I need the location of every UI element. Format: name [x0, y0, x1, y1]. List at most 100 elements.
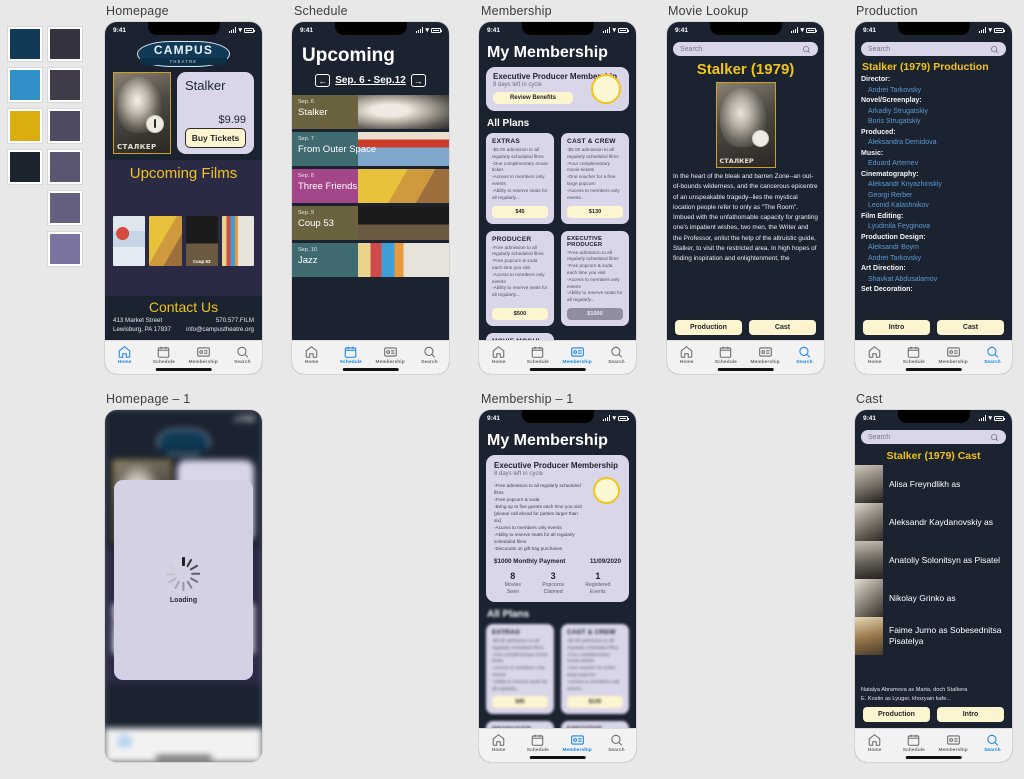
current-membership-card[interactable]: Executive Producer Membership 8 days lef… — [486, 67, 629, 111]
upcoming-poster[interactable]: Coup 53 — [185, 216, 218, 267]
search-input[interactable]: Search — [673, 42, 818, 56]
tab-membership[interactable]: Membership — [558, 733, 597, 753]
production-button[interactable]: Production — [863, 707, 930, 722]
search-icon[interactable] — [990, 433, 999, 442]
search-icon[interactable] — [802, 45, 811, 54]
tab-search[interactable]: Search — [973, 345, 1012, 365]
tab-home[interactable]: Home — [855, 345, 894, 365]
credit-person[interactable]: Aleksandra Demidova — [861, 138, 1006, 149]
plan-card[interactable]: CAST & CREW -$5.00 admission to all regu… — [561, 133, 629, 224]
review-benefits-button[interactable]: Review Benefits — [493, 92, 573, 104]
intro-button[interactable]: Intro — [937, 707, 1004, 722]
credit-person[interactable]: Leonid Kalashnikov — [861, 201, 1006, 212]
row-date: Sep. 10 — [298, 247, 317, 253]
credit-person[interactable]: Shavkat Abdusalamov — [861, 275, 1006, 286]
tab-membership[interactable]: Membership — [558, 345, 597, 365]
plan-card[interactable]: PRODUCER -Free admission to all regularl… — [486, 230, 554, 326]
plan-price-button[interactable]: $1000 — [567, 308, 623, 320]
tab-home[interactable]: Home — [855, 733, 894, 753]
schedule-row[interactable]: Sep. 9 Coup 53 — [292, 206, 449, 240]
cast-row[interactable]: Nikolay Grinko as — [855, 579, 1012, 617]
tab-home[interactable]: Home — [479, 345, 518, 365]
intro-button[interactable]: Intro — [863, 320, 930, 335]
plan-card[interactable]: CAST & CREW -$5.00 admission to all regu… — [561, 623, 629, 715]
movie-poster[interactable]: СТАЛКЕР — [715, 82, 776, 168]
arrow-right-icon[interactable]: → — [410, 74, 426, 87]
payment-date: 11/09/2020 — [589, 558, 621, 566]
tab-label: Search — [608, 748, 625, 753]
row-date: Sep. 9 — [298, 210, 314, 216]
tab-schedule[interactable]: Schedule — [706, 345, 745, 365]
signal-bars-icon — [415, 27, 424, 33]
buy-tickets-button[interactable]: Buy Tickets — [185, 127, 246, 148]
calendar-icon — [720, 346, 732, 358]
upcoming-poster[interactable] — [221, 216, 254, 267]
tab-membership[interactable]: Membership — [934, 345, 973, 365]
credit-person[interactable]: Lyudmila Feyginova — [861, 222, 1006, 233]
cast-button[interactable]: Cast — [749, 320, 816, 335]
phone-cast: 9:41 ▾ Search Stalker (1979) Cast Alisa … — [855, 410, 1012, 762]
credit-person[interactable]: Aleksandr Knyazhinskiy — [861, 180, 1006, 191]
tab-schedule[interactable]: Schedule — [144, 345, 183, 365]
plans-grid: EXTRAS -$5.00 admission to all regularly… — [486, 623, 629, 728]
plan-card[interactable]: EXTRAS -$5.00 admission to all regularly… — [486, 623, 554, 715]
phone-number[interactable]: 570.577.FILM — [186, 316, 254, 326]
tab-home[interactable]: Home — [479, 733, 518, 753]
tab-schedule[interactable]: Schedule — [894, 345, 933, 365]
tab-home[interactable]: Home — [667, 345, 706, 365]
upcoming-poster[interactable] — [149, 216, 182, 267]
plan-price-button[interactable]: $45 — [492, 205, 548, 218]
plan-card[interactable]: MOVIE MOGUL -Free admission to all regul… — [486, 333, 554, 340]
arrow-left-icon[interactable]: ← — [315, 74, 331, 87]
plan-card[interactable]: EXTRAS -$5.00 admission to all regularly… — [486, 133, 554, 224]
plan-card[interactable]: EXECUTIVE PRODUCER -Free admission to al… — [561, 230, 629, 326]
search-input[interactable]: Search — [861, 430, 1006, 444]
tab-search[interactable]: Search — [597, 733, 636, 753]
plan-price-button[interactable]: $500 — [492, 308, 548, 320]
cast-row[interactable]: Anatoliy Solonitsyn as Pisatel — [855, 541, 1012, 579]
featured-poster[interactable]: СТАЛКЕР — [113, 71, 171, 154]
credit-person[interactable]: Boris Strugatskiy — [861, 117, 1006, 128]
schedule-row[interactable]: Sep. 10 Jazz — [292, 243, 449, 277]
tab-search[interactable]: Search — [223, 345, 262, 365]
tab-schedule[interactable]: Schedule — [518, 345, 557, 365]
tab-search[interactable]: Search — [410, 345, 449, 365]
credit-person[interactable]: Andrei Tarkovsky — [861, 86, 1006, 97]
address-line-1: 413 Market Street — [113, 316, 163, 324]
tab-membership[interactable]: Membership — [184, 345, 223, 365]
tab-home[interactable]: Home — [292, 345, 331, 365]
tab-membership[interactable]: Membership — [746, 345, 785, 365]
credit-person[interactable]: Andrei Tarkovsky — [861, 254, 1006, 265]
tab-search[interactable]: Search — [973, 733, 1012, 753]
plan-price-button[interactable]: $130 — [567, 696, 623, 709]
notch — [334, 22, 407, 35]
production-button[interactable]: Production — [675, 320, 742, 335]
search-input[interactable]: Search — [861, 42, 1006, 56]
schedule-row[interactable]: Sep. 6 Stalker — [292, 95, 449, 129]
plan-price-button[interactable]: $130 — [567, 205, 623, 218]
tab-search[interactable]: Search — [597, 345, 636, 365]
search-icon[interactable] — [990, 45, 999, 54]
cast-row[interactable]: Alisa Freyndlikh as — [855, 465, 1012, 503]
week-range-label[interactable]: Sep. 6 - Sep.12 — [335, 75, 406, 86]
plan-price-button[interactable]: $45 — [492, 696, 548, 709]
credit-person[interactable]: Georgi Rerber — [861, 191, 1006, 202]
upcoming-poster[interactable] — [113, 216, 146, 267]
tab-home[interactable]: Home — [105, 345, 144, 365]
tab-membership[interactable]: Membership — [371, 345, 410, 365]
credit-person[interactable]: Aleksandr Boym — [861, 243, 1006, 254]
credit-person[interactable]: Eduard Artemev — [861, 159, 1006, 170]
schedule-row[interactable]: Sep. 8 Three Friends — [292, 169, 449, 203]
cast-button[interactable]: Cast — [937, 320, 1004, 335]
schedule-row[interactable]: Sep. 7 From Outer Space — [292, 132, 449, 166]
tab-search[interactable]: Search — [785, 345, 824, 365]
notch — [897, 22, 970, 35]
cast-row[interactable]: Aleksandr Kaydanovskiy as — [855, 503, 1012, 541]
email-address[interactable]: info@campustheatre.org — [186, 325, 254, 335]
tab-schedule[interactable]: Schedule — [894, 733, 933, 753]
tab-schedule[interactable]: Schedule — [518, 733, 557, 753]
cast-row[interactable]: Faime Jurno as Sobesednitsa Pisatelya — [855, 617, 1012, 655]
tab-schedule[interactable]: Schedule — [331, 345, 370, 365]
credit-person[interactable]: Arkadiy Strugatskiy — [861, 107, 1006, 118]
tab-membership[interactable]: Membership — [934, 733, 973, 753]
